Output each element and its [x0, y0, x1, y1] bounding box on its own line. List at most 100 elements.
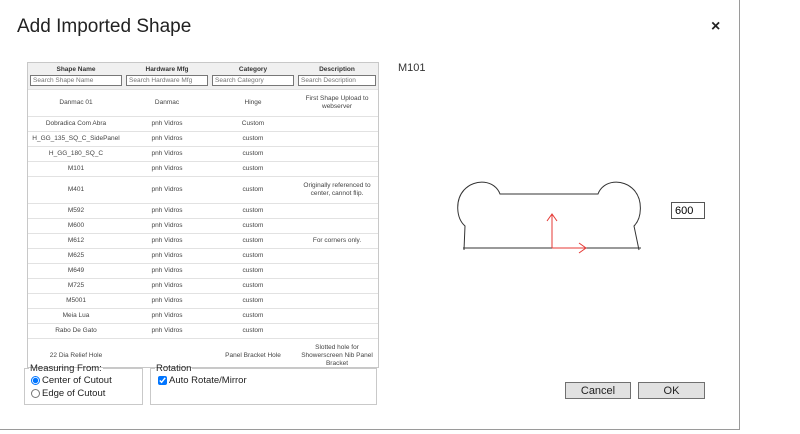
table-row[interactable]: M600 pnh Vidros custom: [28, 218, 378, 234]
cell-category: custom: [210, 293, 296, 309]
cell-shape-name: Rabo De Gato: [28, 323, 124, 339]
search-shape-name-input[interactable]: [30, 75, 122, 86]
ok-button[interactable]: OK: [638, 382, 705, 399]
table-row[interactable]: M401 pnh Vidros custom Originally refere…: [28, 176, 378, 204]
cell-description: [296, 248, 378, 264]
shape-width-input[interactable]: [671, 202, 705, 219]
cell-hardware-mfg: pnh Vidros: [124, 263, 210, 279]
cell-hardware-mfg: Danmac: [124, 89, 210, 117]
cell-hardware-mfg: pnh Vidros: [124, 293, 210, 309]
cell-category: custom: [210, 146, 296, 162]
cell-description: [296, 218, 378, 234]
cell-description: [296, 131, 378, 147]
table-filter-row: [28, 74, 378, 90]
table-row[interactable]: M649 pnh Vidros custom: [28, 263, 378, 279]
cell-category: custom: [210, 203, 296, 219]
cell-shape-name: M612: [28, 233, 124, 249]
cell-shape-name: M649: [28, 263, 124, 279]
filter-cell: [28, 74, 124, 90]
table-row[interactable]: M725 pnh Vidros custom: [28, 278, 378, 294]
cancel-button[interactable]: Cancel: [565, 382, 631, 399]
cell-description: Originally referenced to center, cannot …: [296, 176, 378, 204]
cell-hardware-mfg: pnh Vidros: [124, 278, 210, 294]
table-row[interactable]: M592 pnh Vidros custom: [28, 203, 378, 219]
cell-category: Hinge: [210, 89, 296, 117]
selected-shape-name: M101: [398, 62, 426, 74]
cell-category: custom: [210, 308, 296, 324]
table-row[interactable]: M625 pnh Vidros custom: [28, 248, 378, 264]
cell-hardware-mfg: pnh Vidros: [124, 248, 210, 264]
shape-table-container[interactable]: Shape Name Hardware Mfg Category Descrip…: [27, 62, 379, 368]
shape-preview: [457, 181, 641, 254]
search-category-input[interactable]: [212, 75, 294, 86]
header-hardware-mfg[interactable]: Hardware Mfg: [124, 63, 210, 74]
center-of-cutout-option[interactable]: Center of Cutout: [31, 375, 112, 386]
rotation-legend: Rotation: [156, 363, 192, 374]
cell-hardware-mfg: pnh Vidros: [124, 116, 210, 132]
table-row[interactable]: Rabo De Gato pnh Vidros custom: [28, 323, 378, 339]
cell-shape-name: H_GG_135_SQ_C_SidePanel: [28, 131, 124, 147]
table-row[interactable]: H_GG_180_SQ_C pnh Vidros custom: [28, 146, 378, 162]
cell-category: custom: [210, 263, 296, 279]
table-row[interactable]: M612 pnh Vidros custom For corners only.: [28, 233, 378, 249]
filter-cell: [124, 74, 210, 90]
table-row[interactable]: M101 pnh Vidros custom: [28, 161, 378, 177]
cell-shape-name: M401: [28, 176, 124, 204]
cell-shape-name: M101: [28, 161, 124, 177]
close-icon[interactable]: ×: [711, 19, 720, 35]
header-description[interactable]: Description: [296, 63, 378, 74]
table-row[interactable]: M5001 pnh Vidros custom: [28, 293, 378, 309]
cell-hardware-mfg: pnh Vidros: [124, 176, 210, 204]
cell-category: custom: [210, 218, 296, 234]
search-description-input[interactable]: [298, 75, 376, 86]
auto-rotate-checkbox[interactable]: [158, 376, 167, 385]
cell-shape-name: M625: [28, 248, 124, 264]
cell-hardware-mfg: pnh Vidros: [124, 203, 210, 219]
dialog-title: Add Imported Shape: [17, 16, 192, 37]
table-header-row: Shape Name Hardware Mfg Category Descrip…: [28, 63, 378, 74]
cell-shape-name: H_GG_180_SQ_C: [28, 146, 124, 162]
header-category[interactable]: Category: [210, 63, 296, 74]
cell-shape-name: M592: [28, 203, 124, 219]
measuring-from-legend: Measuring From:: [30, 363, 102, 374]
cell-description: First Shape Upload to webserver: [296, 89, 378, 117]
cell-category: custom: [210, 131, 296, 147]
cell-category: custom: [210, 248, 296, 264]
cell-description: [296, 203, 378, 219]
cell-shape-name: M600: [28, 218, 124, 234]
cell-shape-name: Dobradica Com Abra: [28, 116, 124, 132]
cell-hardware-mfg: pnh Vidros: [124, 233, 210, 249]
shape-outline: [457, 181, 641, 251]
add-imported-shape-dialog: Add Imported Shape × Shape Name Hardware…: [0, 0, 740, 430]
cell-shape-name: Meia Lua: [28, 308, 124, 324]
cell-hardware-mfg: pnh Vidros: [124, 146, 210, 162]
cell-description: [296, 146, 378, 162]
cell-category: custom: [210, 278, 296, 294]
search-hardware-mfg-input[interactable]: [126, 75, 208, 86]
cell-category: custom: [210, 233, 296, 249]
table-row[interactable]: H_GG_135_SQ_C_SidePanel pnh Vidros custo…: [28, 131, 378, 147]
cell-description: [296, 323, 378, 339]
cell-hardware-mfg: pnh Vidros: [124, 131, 210, 147]
cell-shape-name: Danmac 01: [28, 89, 124, 117]
table-row[interactable]: Danmac 01 Danmac Hinge First Shape Uploa…: [28, 89, 378, 117]
cell-shape-name: M5001: [28, 293, 124, 309]
cell-description: [296, 278, 378, 294]
edge-of-cutout-option[interactable]: Edge of Cutout: [31, 388, 105, 399]
header-shape-name[interactable]: Shape Name: [28, 63, 124, 74]
auto-rotate-label: Auto Rotate/Mirror: [169, 375, 247, 386]
edge-of-cutout-label: Edge of Cutout: [42, 388, 106, 399]
cell-category: Custom: [210, 116, 296, 132]
table-row[interactable]: Meia Lua pnh Vidros custom: [28, 308, 378, 324]
table-row[interactable]: Dobradica Com Abra pnh Vidros Custom: [28, 116, 378, 132]
edge-of-cutout-radio[interactable]: [31, 389, 40, 398]
auto-rotate-option[interactable]: Auto Rotate/Mirror: [158, 375, 247, 386]
cell-description: [296, 263, 378, 279]
cell-hardware-mfg: pnh Vidros: [124, 308, 210, 324]
filter-cell: [296, 74, 378, 90]
cell-hardware-mfg: pnh Vidros: [124, 161, 210, 177]
cell-category: custom: [210, 176, 296, 204]
cell-hardware-mfg: pnh Vidros: [124, 218, 210, 234]
cell-description: [296, 293, 378, 309]
center-of-cutout-radio[interactable]: [31, 376, 40, 385]
